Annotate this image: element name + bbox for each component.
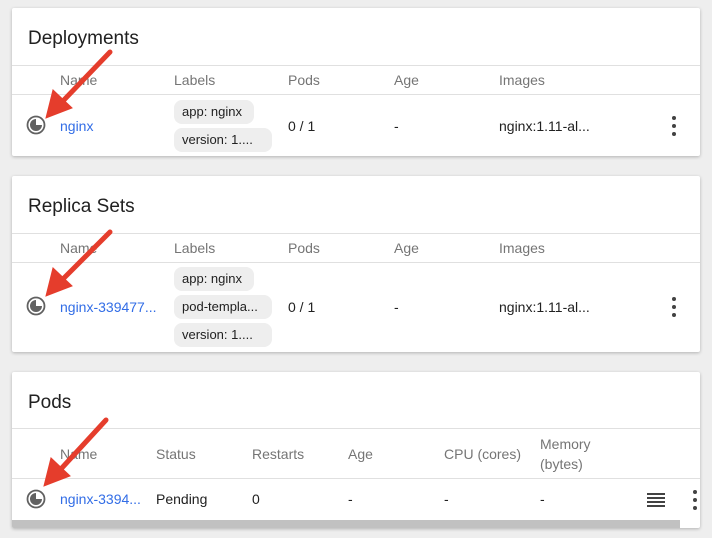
- divider: [12, 428, 700, 429]
- divider: [12, 233, 700, 234]
- col-age[interactable]: Age: [348, 446, 373, 462]
- restarts-value: 0: [252, 491, 260, 507]
- col-images: Images: [499, 240, 545, 256]
- pods-card: Pods Name Status Restarts Age CPU (cores…: [12, 372, 700, 528]
- replica-sets-title: Replica Sets: [28, 196, 135, 217]
- images-value: nginx:1.11-al...: [499, 118, 590, 134]
- cpu-value: -: [444, 491, 449, 507]
- status-value: Pending: [156, 491, 208, 507]
- more-vert-icon[interactable]: [666, 116, 682, 136]
- memory-value: -: [540, 491, 545, 507]
- col-memory-unit: (bytes): [540, 456, 583, 472]
- deployments-title: Deployments: [28, 28, 139, 49]
- col-name[interactable]: Name: [60, 240, 97, 256]
- col-status: Status: [156, 446, 196, 462]
- more-vert-icon[interactable]: [687, 490, 700, 510]
- age-value: -: [394, 118, 399, 134]
- col-labels: Labels: [174, 72, 216, 88]
- pod-name-link[interactable]: nginx-3394...: [60, 491, 141, 507]
- replica-sets-card: Replica Sets Name Labels Pods Age Images…: [12, 176, 700, 352]
- pending-status-icon: [26, 115, 46, 135]
- pending-status-icon: [26, 489, 46, 509]
- col-cpu: CPU (cores): [444, 446, 522, 462]
- divider: [12, 65, 700, 66]
- age-value: -: [394, 299, 399, 315]
- deployments-card: Deployments Name Labels Pods Age Images …: [12, 8, 700, 156]
- logs-icon[interactable]: [647, 493, 665, 507]
- col-pods: Pods: [288, 240, 320, 256]
- pods-count: 0 / 1: [288, 299, 316, 315]
- age-value: -: [348, 491, 353, 507]
- col-age[interactable]: Age: [394, 72, 419, 88]
- col-images: Images: [499, 72, 545, 88]
- label-chip: pod-templa...: [174, 295, 272, 319]
- col-name[interactable]: Name: [60, 446, 97, 462]
- label-chip: version: 1....: [174, 128, 272, 152]
- col-labels: Labels: [174, 240, 216, 256]
- pods-count: 0 / 1: [288, 118, 316, 134]
- divider: [12, 94, 700, 95]
- label-chip: app: nginx: [174, 267, 254, 291]
- pods-title: Pods: [28, 392, 72, 413]
- col-pods: Pods: [288, 72, 320, 88]
- deployment-name-link[interactable]: nginx: [60, 118, 93, 134]
- replica-set-name-link[interactable]: nginx-339477...: [60, 299, 157, 315]
- divider: [12, 262, 700, 263]
- horizontal-scrollbar[interactable]: [12, 520, 680, 528]
- divider: [12, 478, 700, 479]
- col-restarts: Restarts: [252, 446, 305, 462]
- label-chip: app: nginx: [174, 100, 254, 124]
- label-chip: version: 1....: [174, 323, 272, 347]
- col-age[interactable]: Age: [394, 240, 419, 256]
- pending-status-icon: [26, 296, 46, 316]
- images-value: nginx:1.11-al...: [499, 299, 590, 315]
- col-memory: Memory: [540, 436, 591, 452]
- col-name[interactable]: Name: [60, 72, 97, 88]
- more-vert-icon[interactable]: [666, 297, 682, 317]
